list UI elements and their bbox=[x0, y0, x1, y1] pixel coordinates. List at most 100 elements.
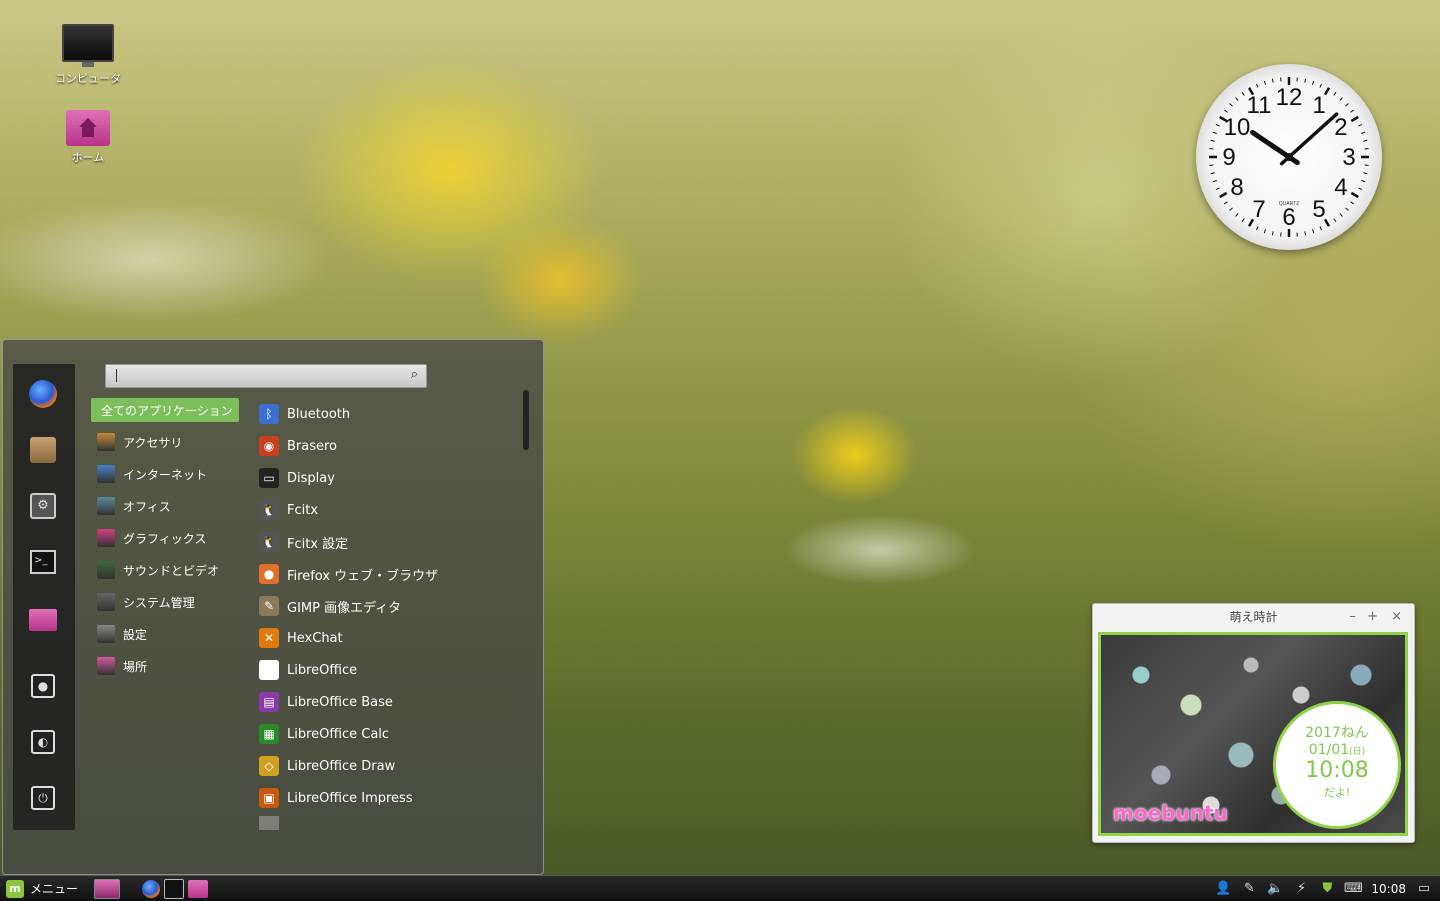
app-label: Brasero bbox=[287, 439, 337, 454]
clock-tick bbox=[1242, 218, 1244, 221]
app-label: LibreOffice Impress bbox=[287, 791, 413, 806]
app-label: Display bbox=[287, 471, 335, 486]
favorite-files[interactable] bbox=[27, 604, 59, 636]
favorite-terminal[interactable]: >_ bbox=[27, 546, 59, 578]
clock-tick bbox=[1340, 98, 1343, 101]
clock-numeral: 4 bbox=[1334, 174, 1347, 201]
favorite-firefox[interactable] bbox=[27, 378, 59, 410]
computer-icon bbox=[62, 24, 114, 62]
libreoffice-base-icon: ▤ bbox=[259, 692, 279, 712]
network-icon[interactable]: ⚡ bbox=[1293, 881, 1309, 897]
clock-numeral: 3 bbox=[1342, 144, 1355, 171]
category-item[interactable]: 場所 bbox=[91, 654, 147, 678]
terminal-launcher-icon[interactable] bbox=[164, 879, 184, 899]
desktop-icon-label: コンピュータ bbox=[43, 70, 133, 86]
category-item[interactable]: グラフィックス bbox=[91, 526, 206, 550]
app-item[interactable]: ▤ LibreOffice Base bbox=[259, 688, 393, 716]
category-item[interactable]: オフィス bbox=[91, 494, 171, 518]
app-item[interactable]: ▦LibreOffice Calc bbox=[259, 720, 389, 748]
clock-tick bbox=[1312, 229, 1313, 233]
clock-tick bbox=[1235, 213, 1238, 216]
minimize-button[interactable]: – bbox=[1350, 604, 1357, 630]
files-launcher-icon[interactable] bbox=[188, 880, 208, 898]
keyboard-icon[interactable]: ⌨ bbox=[1345, 881, 1361, 897]
clock-numeral: 8 bbox=[1230, 174, 1243, 201]
app-item[interactable]: LibreOffice bbox=[259, 656, 357, 684]
maximize-button[interactable]: + bbox=[1367, 604, 1378, 630]
clock-tick bbox=[1345, 103, 1348, 106]
app-item[interactable]: ●Firefox ウェブ・ブラウザ bbox=[259, 560, 438, 588]
category-item[interactable]: サウンドとビデオ bbox=[91, 558, 219, 582]
clock-tick bbox=[1350, 110, 1353, 112]
volume-icon[interactable]: 🔈 bbox=[1267, 881, 1283, 897]
app-label: LibreOffice Draw bbox=[287, 759, 395, 774]
search-icon: ⌕ bbox=[411, 367, 418, 382]
app-list-scrollbar[interactable] bbox=[523, 390, 529, 450]
category-item[interactable]: アクセサリ bbox=[91, 430, 182, 454]
app-item[interactable]: ▭Display bbox=[259, 464, 335, 492]
category-item[interactable]: 設定 bbox=[91, 622, 147, 646]
favorite-lock-screen[interactable]: ● bbox=[27, 670, 59, 702]
clock-tick bbox=[1363, 140, 1367, 141]
weekday-label: (日) bbox=[1349, 747, 1365, 757]
taskbar-clock[interactable]: 10:08 bbox=[1371, 882, 1406, 896]
menu-button[interactable]: m メニュー bbox=[6, 880, 78, 898]
clock-tick bbox=[1230, 208, 1233, 211]
app-item[interactable]: ✎GIMP 画像エディタ bbox=[259, 592, 401, 620]
clock-tick bbox=[1256, 84, 1258, 88]
favorite-logout[interactable]: ◐ bbox=[27, 726, 59, 758]
desktop-icon-home[interactable]: ホーム bbox=[43, 110, 133, 165]
moe-clock-window: 萌え時計 – + × moebuntu 2017ねん 01/01(日) 10:0… bbox=[1092, 603, 1415, 843]
clock-numeral: 6 bbox=[1282, 204, 1295, 231]
category-icon bbox=[97, 465, 115, 483]
desktop-icon-label: ホーム bbox=[43, 149, 133, 165]
time-label: 10:08 bbox=[1276, 758, 1398, 784]
text-caret bbox=[116, 369, 117, 382]
app-label: Fcitx bbox=[287, 503, 318, 518]
clock-tick bbox=[1242, 92, 1244, 95]
update-shield-icon[interactable]: ⛊ bbox=[1319, 881, 1335, 897]
desktop-icon-computer[interactable]: コンピュータ bbox=[43, 24, 133, 86]
show-desktop-icon[interactable] bbox=[94, 879, 120, 899]
app-label: Firefox ウェブ・ブラウザ bbox=[287, 565, 438, 584]
category-icon bbox=[97, 625, 115, 643]
analog-clock-widget[interactable]: 121234567891011QUARTZ bbox=[1196, 64, 1382, 250]
system-settings-icon: ⚙ bbox=[30, 493, 56, 519]
app-label: LibreOffice Base bbox=[287, 695, 393, 710]
clock-numeral: 2 bbox=[1334, 114, 1347, 141]
show-desktop-tray-icon[interactable]: ▭ bbox=[1416, 881, 1432, 897]
clock-tick bbox=[1230, 103, 1233, 106]
app-item-partial[interactable] bbox=[259, 816, 287, 830]
user-icon[interactable]: 👤 bbox=[1215, 881, 1231, 897]
app-item[interactable]: ◇LibreOffice Draw bbox=[259, 752, 395, 780]
category-icon bbox=[97, 593, 115, 611]
app-item[interactable]: ◉Brasero bbox=[259, 432, 337, 460]
category-item[interactable]: 全てのアプリケーション bbox=[91, 398, 239, 422]
category-item[interactable]: インターネット bbox=[91, 462, 207, 486]
window-titlebar[interactable]: 萌え時計 – + × bbox=[1093, 604, 1414, 630]
close-button[interactable]: × bbox=[1391, 604, 1402, 630]
menu-search-box[interactable]: ⌕ bbox=[105, 364, 427, 388]
app-item[interactable]: ▣LibreOffice Impress bbox=[259, 784, 413, 812]
app-item[interactable]: 🐧Fcitx 設定 bbox=[259, 528, 348, 556]
clock-tick bbox=[1351, 117, 1358, 121]
app-item[interactable]: ✕HexChat bbox=[259, 624, 343, 652]
home-folder-icon bbox=[66, 110, 110, 146]
category-item[interactable]: システム管理 bbox=[91, 590, 195, 614]
clock-tick bbox=[1358, 124, 1362, 126]
app-label: HexChat bbox=[287, 631, 343, 646]
favorite-power[interactable]: ⏻ bbox=[27, 782, 59, 814]
app-item[interactable]: ᛒBluetooth bbox=[259, 400, 350, 428]
favorite-system-settings[interactable]: ⚙ bbox=[27, 490, 59, 522]
gimp-icon: ✎ bbox=[259, 596, 279, 616]
clock-tick bbox=[1264, 229, 1265, 233]
firefox-launcher-icon[interactable] bbox=[142, 880, 160, 898]
pen-icon[interactable]: ✎ bbox=[1241, 881, 1257, 897]
date-label: 01/01(日) bbox=[1276, 742, 1398, 758]
search-input[interactable] bbox=[120, 367, 394, 385]
favorite-package-manager[interactable] bbox=[27, 434, 59, 466]
clock-tick bbox=[1350, 202, 1353, 204]
clock-tick bbox=[1305, 79, 1306, 83]
clock-tick bbox=[1320, 84, 1322, 88]
app-item[interactable]: 🐧Fcitx bbox=[259, 496, 318, 524]
